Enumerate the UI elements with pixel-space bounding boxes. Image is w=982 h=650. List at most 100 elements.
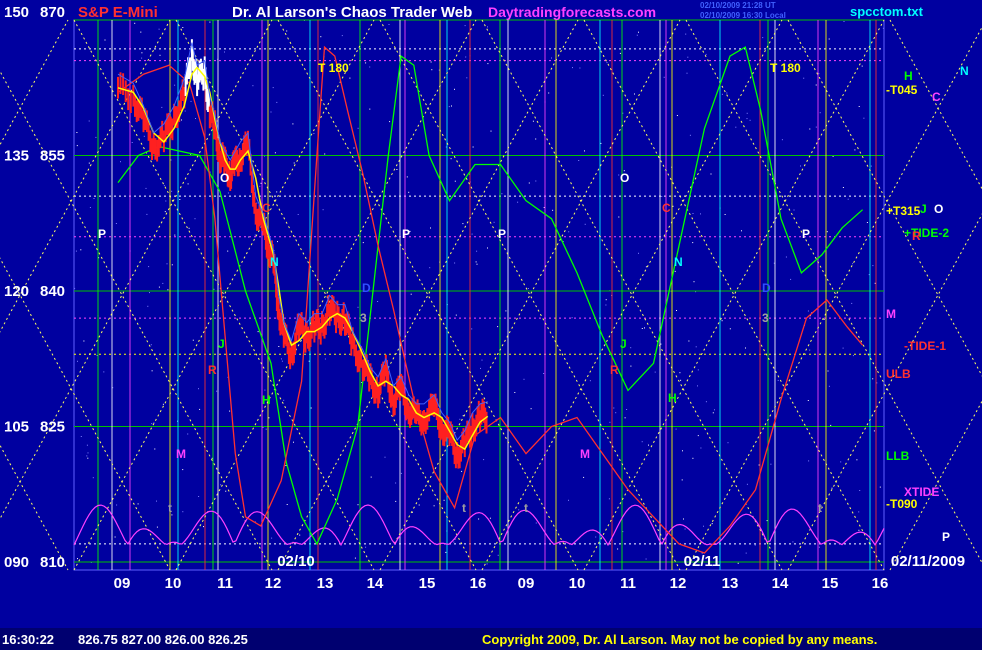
star-dot bbox=[471, 233, 473, 235]
star-dot bbox=[737, 562, 739, 564]
event-marker: J bbox=[620, 337, 627, 351]
star-dot bbox=[182, 469, 184, 471]
star-dot bbox=[285, 465, 287, 466]
star-dot bbox=[286, 504, 288, 505]
star-dot bbox=[156, 526, 158, 528]
star-dot bbox=[161, 106, 163, 108]
star-dot bbox=[220, 484, 222, 486]
star-dot bbox=[454, 180, 456, 182]
star-dot bbox=[362, 242, 364, 244]
scale-level-label: 135 bbox=[4, 148, 29, 165]
star-dot bbox=[430, 227, 431, 229]
star-dot bbox=[88, 120, 90, 122]
scale-level-label: 105 bbox=[4, 419, 29, 436]
star-dot bbox=[271, 48, 273, 49]
star-dot bbox=[528, 182, 530, 184]
star-dot bbox=[227, 250, 229, 252]
star-dot bbox=[357, 306, 359, 308]
star-dot bbox=[165, 200, 167, 202]
star-dot bbox=[224, 51, 225, 53]
star-dot bbox=[852, 355, 854, 357]
star-dot bbox=[490, 130, 492, 132]
star-dot bbox=[807, 310, 809, 312]
star-dot bbox=[645, 266, 647, 268]
event-marker: P bbox=[98, 227, 106, 241]
event-marker: O bbox=[620, 171, 629, 185]
star-dot bbox=[137, 503, 139, 505]
star-dot bbox=[154, 448, 156, 450]
star-dot bbox=[292, 123, 294, 125]
star-dot bbox=[431, 69, 433, 71]
star-dot bbox=[851, 302, 853, 304]
star-dot bbox=[164, 211, 166, 213]
footer-time: 16:30:22 bbox=[2, 632, 55, 647]
star-dot bbox=[700, 447, 702, 449]
right-label: -T090 bbox=[886, 497, 918, 511]
event-marker: M bbox=[176, 447, 186, 461]
chart-title: Dr. Al Larson's Chaos Trader Web bbox=[232, 4, 473, 21]
star-dot bbox=[697, 435, 699, 437]
star-dot bbox=[162, 403, 164, 405]
timestamp-ut: 02/10/2009 21:28 UT bbox=[700, 1, 776, 10]
star-dot bbox=[198, 496, 200, 497]
star-dot bbox=[276, 191, 278, 193]
event-marker: H bbox=[668, 391, 677, 405]
star-dot bbox=[863, 117, 865, 119]
star-dot bbox=[322, 209, 324, 211]
star-dot bbox=[856, 459, 858, 461]
star-dot bbox=[481, 359, 483, 361]
price-level-label: 855 bbox=[40, 148, 65, 165]
star-dot bbox=[252, 85, 254, 87]
chart-background bbox=[0, 0, 982, 650]
right-label: -T045 bbox=[886, 83, 918, 97]
star-dot bbox=[448, 106, 450, 108]
star-dot bbox=[198, 388, 199, 390]
star-dot bbox=[283, 399, 285, 401]
price-level-label: 840 bbox=[40, 283, 65, 300]
star-dot bbox=[809, 128, 811, 130]
star-dot bbox=[80, 249, 82, 251]
star-dot bbox=[518, 509, 520, 511]
right-label: +T315 bbox=[886, 204, 921, 218]
star-dot bbox=[86, 455, 88, 457]
star-dot bbox=[790, 278, 792, 280]
x-tick-label: 15 bbox=[822, 575, 839, 592]
star-dot bbox=[745, 552, 747, 554]
star-dot bbox=[93, 198, 95, 199]
star-dot bbox=[313, 133, 315, 134]
day-label-left: 02/10 bbox=[277, 553, 315, 570]
star-dot bbox=[679, 372, 681, 374]
event-marker: t bbox=[818, 501, 822, 515]
right-label: -TIDE-1 bbox=[904, 339, 946, 353]
star-dot bbox=[349, 77, 351, 79]
star-dot bbox=[861, 65, 863, 67]
star-dot bbox=[270, 111, 272, 113]
date-label: 02/11/2009 bbox=[891, 553, 965, 570]
star-dot bbox=[735, 126, 737, 128]
scale-level-label: 090 bbox=[4, 554, 29, 571]
star-dot bbox=[847, 198, 849, 200]
star-dot bbox=[192, 339, 194, 341]
star-dot bbox=[353, 147, 355, 149]
star-dot bbox=[682, 450, 683, 452]
star-dot bbox=[543, 373, 545, 374]
star-dot bbox=[818, 546, 820, 548]
star-dot bbox=[388, 24, 390, 25]
star-dot bbox=[532, 120, 534, 122]
x-tick-label: 14 bbox=[772, 575, 789, 592]
star-dot bbox=[489, 517, 491, 519]
star-dot bbox=[310, 407, 312, 409]
star-dot bbox=[493, 221, 495, 223]
star-dot bbox=[859, 490, 861, 491]
star-dot bbox=[634, 93, 635, 95]
star-dot bbox=[395, 500, 397, 502]
footer-quotes: 826.75 827.00 826.00 826.25 bbox=[78, 632, 248, 647]
star-dot bbox=[357, 504, 359, 506]
star-dot bbox=[636, 34, 638, 36]
right-label: ULB bbox=[886, 367, 911, 381]
footer-copyright: Copyright 2009, Dr. Al Larson. May not b… bbox=[482, 632, 878, 647]
event-marker: t bbox=[462, 501, 466, 515]
star-dot bbox=[395, 482, 397, 484]
star-dot bbox=[182, 511, 184, 513]
star-dot bbox=[843, 21, 845, 22]
